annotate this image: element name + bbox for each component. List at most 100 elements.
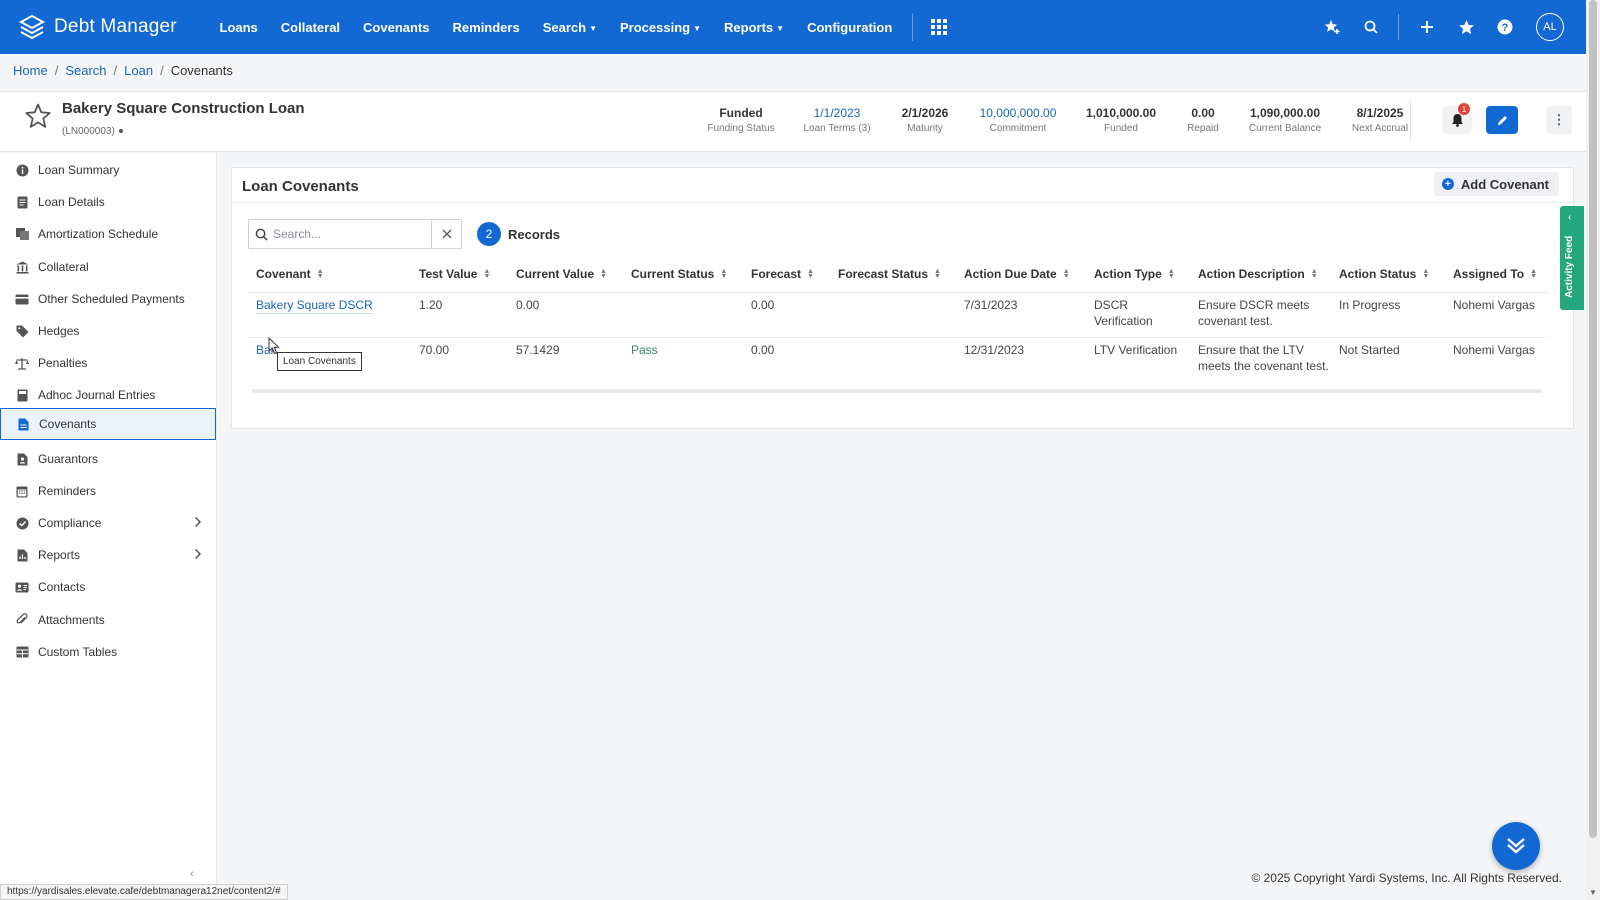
sidebar-item-collateral[interactable]: Collateral [0,251,216,283]
nav-reports-dropdown[interactable]: Reports ▼ [713,20,796,35]
help-icon[interactable]: ? [1494,16,1516,38]
nav-configuration[interactable]: Configuration [796,20,904,35]
sidebar-item-label: Covenants [39,417,97,431]
column-label: Forecast [751,267,802,281]
covenant-link[interactable]: Bakery Square DSCR [256,297,373,314]
action-due-date-cell: 12/31/2023 [964,343,1025,357]
sidebar-item-label: Loan Details [38,195,105,209]
scrollbar-thumb[interactable] [1589,0,1597,838]
sidebar-item-label: Other Scheduled Payments [38,292,185,306]
stat-label: Current Balance [1248,123,1322,134]
sort-icon: ▲ ▼ [316,268,324,280]
favorite-star-icon[interactable] [24,102,52,130]
journal-icon [15,388,29,402]
column-header-forecast[interactable]: Forecast ▲ ▼ [751,267,814,281]
nav-collateral[interactable]: Collateral [269,20,351,35]
sidebar-item-custom-tables[interactable]: Custom Tables [0,636,216,668]
info-icon [15,163,29,177]
user-avatar[interactable]: AL [1536,13,1564,41]
nav-processing-dropdown[interactable]: Processing ▼ [609,20,713,35]
breadcrumb-separator: / [113,63,118,78]
app-grid-icon[interactable] [930,19,947,35]
stat-label: Maturity [907,123,943,134]
sidebar-item-attachments[interactable]: Attachments [0,604,216,636]
column-header-assigned-to[interactable]: Assigned To ▲ ▼ [1453,267,1537,281]
column-header-forecast-status[interactable]: Forecast Status ▲ ▼ [838,267,941,281]
column-header-covenant[interactable]: Covenant ▲ ▼ [256,267,324,281]
assistant-fab-button[interactable] [1492,822,1540,870]
calendar-icon [15,484,29,498]
more-options-button[interactable]: ⋮ [1546,106,1572,134]
sidebar: Loan Summary Loan Details Amortization S… [0,153,217,900]
sidebar-item-contacts[interactable]: Contacts [0,571,216,603]
sidebar-item-compliance[interactable]: Compliance [0,507,216,539]
breadcrumb-loan[interactable]: Loan [124,63,153,78]
stat-loan-terms[interactable]: 1/1/2023 Loan Terms (3) [803,106,870,134]
column-label: Assigned To [1453,267,1525,281]
search-input[interactable] [273,220,431,248]
sort-icon: ▲ ▼ [720,268,728,280]
sidebar-collapse-icon[interactable]: ‹ [190,868,194,880]
notification-badge: 1 [1458,103,1470,115]
nav-separator [1398,14,1399,40]
sidebar-item-label: Reports [38,548,81,562]
loan-id-text: (LN000003) [62,126,115,137]
bank-icon [15,260,29,274]
plus-icon[interactable] [1416,16,1438,38]
stat-commitment[interactable]: 10,000,000.00 Commitment [980,106,1057,134]
action-status-cell: Not Started [1339,343,1400,357]
stat-value[interactable]: 1/1/2023 [803,106,870,120]
search-icon[interactable] [1360,16,1382,38]
sidebar-item-guarantors[interactable]: Guarantors [0,443,216,475]
sidebar-item-loan-details[interactable]: Loan Details [0,186,216,218]
column-header-test-value[interactable]: Test Value ▲ ▼ [419,267,490,281]
action-description-line: meets the covenant test. [1198,359,1329,373]
nav-reminders[interactable]: Reminders [441,20,531,35]
current-status-cell: Pass [631,343,658,357]
column-label: Action Type [1094,267,1162,281]
sidebar-item-reminders[interactable]: Reminders [0,475,216,507]
column-header-current-status[interactable]: Current Status ▲ ▼ [631,267,727,281]
sidebar-item-penalties[interactable]: Penalties [0,347,216,379]
double-chevron-down-icon [1507,838,1525,854]
window-scrollbar[interactable]: ▼ [1586,0,1600,900]
column-header-action-due-date[interactable]: Action Due Date ▲ ▼ [964,267,1070,281]
brand[interactable]: Debt Manager [18,13,190,41]
clear-search-button[interactable] [431,220,461,248]
sidebar-item-hedges[interactable]: Hedges [0,315,216,347]
sort-icon: ▲ ▼ [807,268,814,280]
sidebar-item-covenants[interactable]: Covenants [0,408,216,440]
stat-current-balance: 1,090,000.00 Current Balance [1249,106,1321,134]
sidebar-item-loan-summary[interactable]: Loan Summary [0,154,216,186]
column-header-action-status[interactable]: Action Status ▲ ▼ [1339,267,1429,281]
stat-label: Loan Terms (3) [803,123,871,134]
pencil-icon [1497,115,1507,125]
star-add-icon[interactable] [1321,16,1343,38]
stat-value: 0.00 [1191,106,1215,120]
sidebar-item-reports[interactable]: Reports [0,539,216,571]
sidebar-item-amortization-schedule[interactable]: Amortization Schedule [0,218,216,250]
add-covenant-button[interactable]: + Add Covenant [1433,172,1559,196]
activity-feed-tab[interactable]: ‹ Activity Feed [1560,206,1584,310]
breadcrumb-search[interactable]: Search [65,63,106,78]
nav-configuration-label: Configuration [807,19,893,35]
nav-loans[interactable]: Loans [208,20,269,35]
table-horizontal-scrollbar[interactable] [252,389,1542,393]
debt-manager-logo-icon [18,14,46,40]
column-header-action-description[interactable]: Action Description ▲ ▼ [1198,267,1318,281]
column-header-action-type[interactable]: Action Type ▲ ▼ [1094,267,1175,281]
chevron-left-icon: ‹ [1568,212,1572,223]
stat-value[interactable]: 10,000,000.00 [980,106,1057,120]
nav-search-dropdown[interactable]: Search ▼ [531,20,608,35]
sidebar-item-other-scheduled-payments[interactable]: Other Scheduled Payments [0,283,216,315]
breadcrumb-home[interactable]: Home [13,63,48,78]
column-header-current-value[interactable]: Current Value ▲ ▼ [516,267,607,281]
favorites-star-icon[interactable] [1455,16,1477,38]
scale-icon [15,356,29,370]
scroll-down-arrow-icon[interactable]: ▼ [1589,888,1597,897]
edit-button[interactable] [1486,106,1518,134]
sidebar-item-adhoc-journal-entries[interactable]: Adhoc Journal Entries [0,379,216,411]
svg-text:?: ? [1502,22,1509,34]
nav-covenants[interactable]: Covenants [352,20,441,35]
stat-next-accrual: 8/1/2025 Next Accrual [1352,106,1408,134]
